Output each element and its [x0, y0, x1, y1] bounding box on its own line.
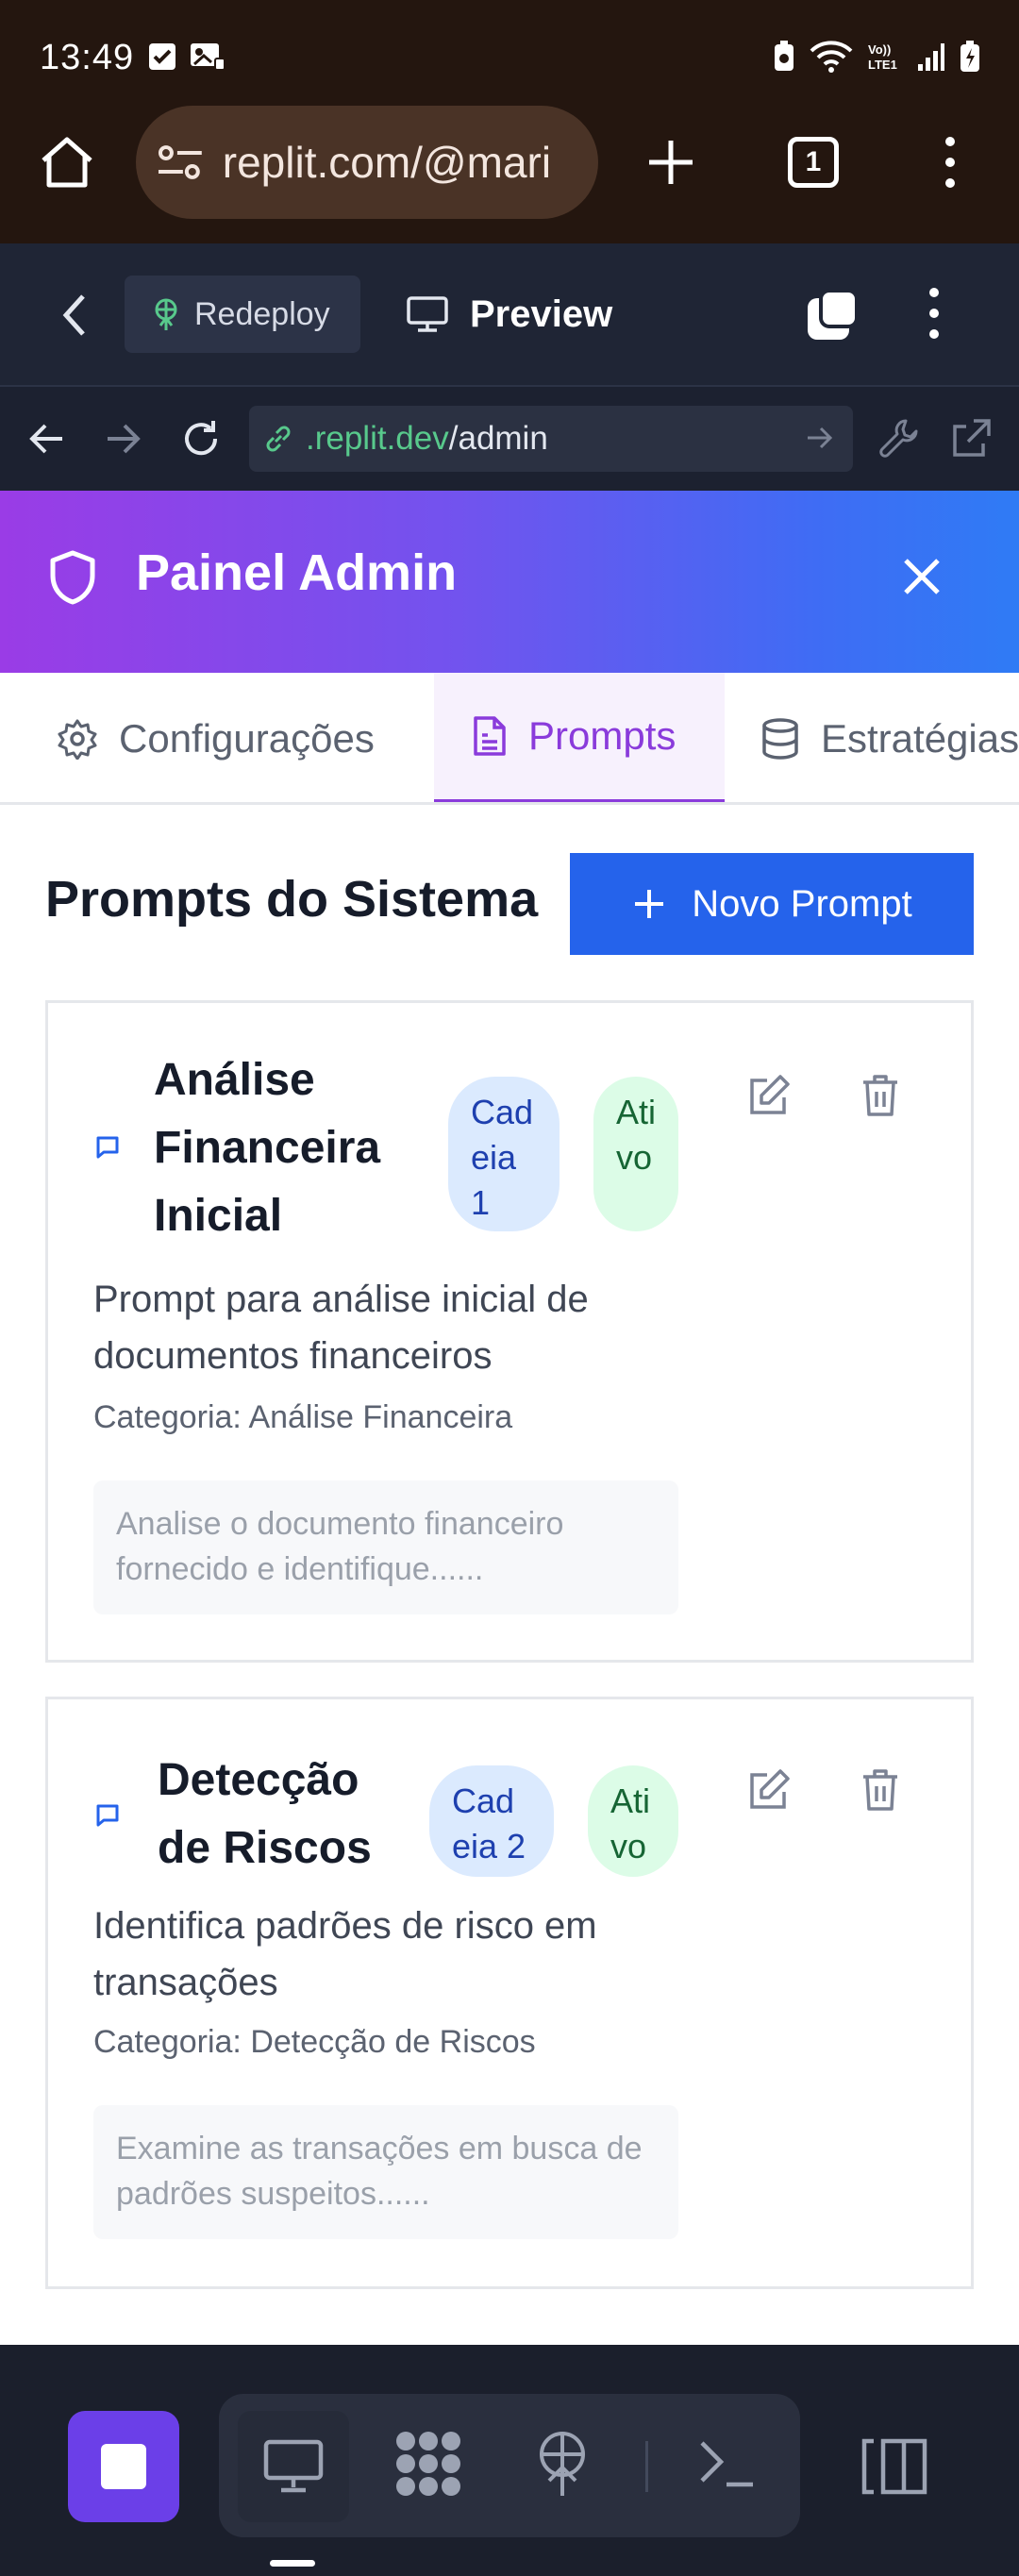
- deploy-icon: [155, 298, 177, 330]
- message-square-icon: [96, 1136, 119, 1159]
- toolbar-divider: [645, 2441, 648, 2492]
- prompt-title: Análise Financeira Inicial: [154, 1055, 381, 1241]
- admin-tabs: Configurações Prompts Estratégias: [0, 673, 1019, 805]
- wifi-icon: [810, 41, 853, 73]
- reload-icon[interactable]: [179, 417, 223, 460]
- volte-icon: Vo))LTE1: [868, 42, 897, 72]
- panels-icon[interactable]: [860, 2437, 928, 2496]
- chain-badge: Cadeia 1: [448, 1077, 560, 1231]
- prompt-category: Categoria: Análise Financeira: [93, 1399, 513, 1435]
- gallery-icon: [191, 43, 226, 71]
- tab-label: Prompts: [528, 713, 677, 758]
- window-switcher-icon[interactable]: [804, 287, 862, 345]
- preview-label: Preview: [470, 293, 613, 335]
- wrench-icon[interactable]: [877, 417, 921, 460]
- external-link-icon[interactable]: [949, 417, 993, 460]
- terminal-icon[interactable]: [696, 2434, 755, 2492]
- address-path: /admin: [448, 420, 548, 457]
- tab-configuracoes[interactable]: Configurações: [57, 673, 375, 802]
- preview-tool-button[interactable]: [238, 2411, 349, 2522]
- replit-toolbar: Redeploy Preview: [0, 243, 1019, 387]
- tab-estrategias[interactable]: Estratégias: [760, 673, 1019, 802]
- section-title: Prompts do Sistema: [45, 871, 539, 928]
- arrow-right-icon[interactable]: [104, 419, 143, 459]
- chevron-left-icon[interactable]: [60, 293, 89, 338]
- new-prompt-button[interactable]: Novo Prompt: [570, 853, 974, 955]
- status-badge: Ativo: [593, 1077, 678, 1231]
- tab-label: Estratégias: [821, 716, 1019, 761]
- tab-prompts[interactable]: Prompts: [434, 673, 725, 802]
- url-bar[interactable]: replit.com/@mari: [136, 106, 598, 219]
- prompt-description: Prompt para análise inicial de documento…: [93, 1279, 589, 1377]
- link-icon: [266, 426, 291, 452]
- message-square-icon: [96, 1804, 119, 1827]
- new-tab-icon[interactable]: [645, 137, 696, 188]
- database-icon: [762, 718, 798, 760]
- prompt-preview: Analise o documento financeiro fornecido…: [93, 1480, 678, 1614]
- arrow-left-icon[interactable]: [26, 419, 66, 459]
- tab-label: Configurações: [119, 716, 375, 761]
- shield-icon: [50, 550, 95, 605]
- status-badge: Ativo: [588, 1765, 678, 1877]
- file-text-icon: [474, 716, 506, 756]
- status-time: 13:49: [40, 38, 135, 77]
- url-text: replit.com/@mari: [222, 138, 552, 187]
- battery-saver-icon: [775, 41, 793, 71]
- address-field[interactable]: .replit.dev/admin: [249, 406, 853, 472]
- more-vert-icon[interactable]: [934, 136, 966, 189]
- prompt-preview: Examine as transações em busca de padrõe…: [93, 2105, 678, 2239]
- prompt-card: Análise Financeira Inicial Cadeia 1 Ativ…: [45, 1000, 974, 1663]
- more-vert-icon[interactable]: [925, 287, 944, 340]
- prompt-card: Detecção de Riscos Cadeia 2 Ativo Identi…: [45, 1697, 974, 2289]
- monitor-icon: [263, 2439, 324, 2493]
- gear-icon: [58, 719, 97, 760]
- packages-icon[interactable]: [393, 2428, 464, 2500]
- admin-panel: Painel Admin Configurações Prompts Estra…: [0, 491, 1019, 2345]
- address-host: .replit.dev: [306, 420, 449, 457]
- page-title: Painel Admin: [136, 544, 458, 601]
- home-icon[interactable]: [38, 134, 96, 189]
- trash-icon[interactable]: [860, 1073, 901, 1118]
- redeploy-label: Redeploy: [194, 295, 330, 332]
- redeploy-button[interactable]: Redeploy: [125, 276, 360, 353]
- tab-switcher-button[interactable]: 1: [788, 137, 839, 188]
- edit-icon[interactable]: [746, 1073, 792, 1118]
- battery-charging-icon: [961, 41, 979, 72]
- webview-address-bar: .replit.dev/admin: [0, 387, 1019, 491]
- signal-icon: [918, 43, 944, 71]
- stop-icon: [101, 2444, 146, 2489]
- close-icon[interactable]: [898, 553, 945, 600]
- new-prompt-label: Novo Prompt: [692, 882, 912, 925]
- home-indicator[interactable]: [270, 2560, 315, 2567]
- prompt-category: Categoria: Detecção de Riscos: [93, 2024, 536, 2060]
- workspace-toolbar: [0, 2345, 1019, 2576]
- edit-icon[interactable]: [746, 1767, 792, 1813]
- deploy-icon[interactable]: [534, 2428, 591, 2500]
- trash-icon[interactable]: [860, 1767, 901, 1813]
- svg-text:LTE1: LTE1: [868, 58, 897, 72]
- plus-icon: [635, 890, 664, 918]
- chain-badge: Cadeia 2: [429, 1765, 554, 1877]
- site-settings-icon[interactable]: [157, 142, 204, 183]
- check-box-icon: [149, 43, 175, 70]
- svg-text:Vo)): Vo)): [868, 42, 891, 57]
- stop-button[interactable]: [68, 2411, 179, 2522]
- monitor-icon: [407, 296, 448, 332]
- admin-header: Painel Admin: [0, 491, 1019, 673]
- go-arrow-icon[interactable]: [802, 421, 836, 455]
- tool-group: [219, 2394, 800, 2537]
- prompt-title: Detecção de Riscos: [158, 1755, 372, 1873]
- prompt-description: Identifica padrões de risco em transaçõe…: [93, 1905, 597, 2003]
- tab-preview[interactable]: Preview: [406, 281, 612, 347]
- status-bar: 13:49 Vo)) LTE1: [0, 0, 1019, 117]
